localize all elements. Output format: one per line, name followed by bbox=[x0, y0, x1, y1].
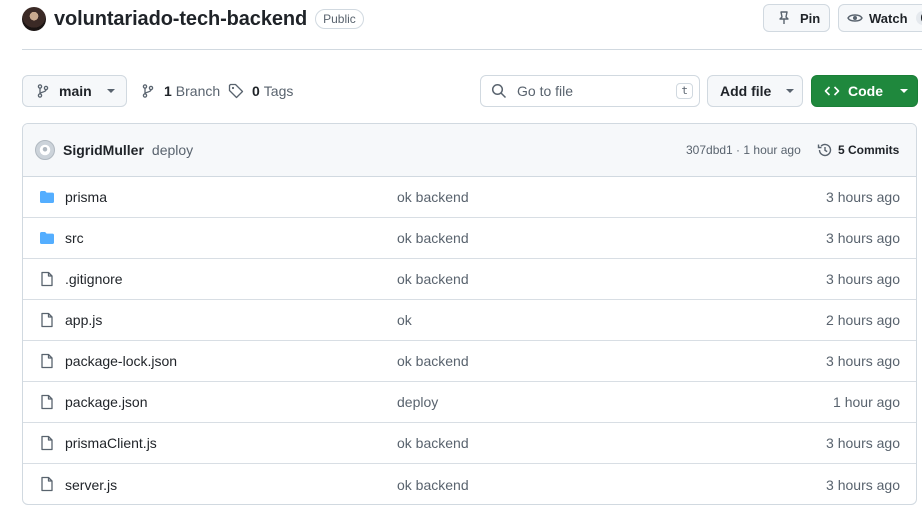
file-row[interactable]: package-lock.json ok backend 3 hours ago bbox=[23, 341, 916, 382]
file-listing: SigridMuller deploy 307dbd1 · 1 hour ago… bbox=[22, 123, 917, 505]
tags-link[interactable]: 0 Tags bbox=[228, 75, 293, 107]
repo-header: voluntariado-tech-backend Public bbox=[22, 5, 364, 33]
branch-count-label: Branch bbox=[175, 83, 221, 99]
commit-author-avatar[interactable] bbox=[35, 140, 55, 160]
pin-icon bbox=[776, 10, 792, 26]
file-commit-message[interactable]: ok backend bbox=[397, 435, 469, 451]
file-icon bbox=[39, 435, 55, 451]
file-age: 3 hours ago bbox=[826, 353, 900, 369]
file-age: 1 hour ago bbox=[833, 394, 900, 410]
file-age: 3 hours ago bbox=[826, 189, 900, 205]
folder-icon bbox=[39, 189, 55, 205]
file-name[interactable]: app.js bbox=[65, 312, 102, 328]
history-icon bbox=[817, 142, 833, 158]
branch-count: 1 bbox=[164, 83, 172, 99]
commit-author[interactable]: SigridMuller bbox=[63, 142, 144, 158]
chevron-down-icon bbox=[899, 88, 909, 94]
pin-button[interactable]: Pin bbox=[763, 4, 830, 32]
search-placeholder: Go to file bbox=[517, 83, 574, 99]
file-age: 3 hours ago bbox=[826, 435, 900, 451]
visibility-badge: Public bbox=[315, 9, 364, 29]
folder-icon bbox=[39, 230, 55, 246]
file-commit-message[interactable]: ok backend bbox=[397, 230, 469, 246]
owner-avatar[interactable] bbox=[22, 7, 46, 31]
branch-selector[interactable]: main bbox=[22, 75, 127, 107]
file-commit-message[interactable]: ok backend bbox=[397, 353, 469, 369]
commits-count: 5 Commits bbox=[838, 143, 900, 157]
file-name[interactable]: server.js bbox=[65, 477, 117, 493]
header-divider bbox=[22, 49, 922, 50]
file-row[interactable]: src ok backend 3 hours ago bbox=[23, 218, 916, 259]
code-icon bbox=[824, 83, 840, 99]
commit-meta[interactable]: 307dbd1 · 1 hour ago bbox=[686, 143, 801, 157]
pin-label: Pin bbox=[800, 10, 821, 26]
latest-commit-bar: SigridMuller deploy 307dbd1 · 1 hour ago… bbox=[23, 124, 916, 177]
code-button[interactable]: Code bbox=[811, 75, 918, 107]
file-icon bbox=[39, 353, 55, 369]
file-commit-message[interactable]: ok bbox=[397, 312, 412, 328]
file-icon bbox=[39, 312, 55, 328]
file-name[interactable]: prismaClient.js bbox=[65, 435, 157, 451]
file-commit-message[interactable]: deploy bbox=[397, 394, 438, 410]
file-commit-message[interactable]: ok backend bbox=[397, 271, 469, 287]
watch-count: 0 bbox=[915, 11, 922, 25]
watch-label: Watch bbox=[869, 10, 908, 26]
file-age: 2 hours ago bbox=[826, 312, 900, 328]
file-row[interactable]: prismaClient.js ok backend 3 hours ago bbox=[23, 423, 916, 464]
search-icon bbox=[491, 83, 507, 99]
file-row[interactable]: .gitignore ok backend 3 hours ago bbox=[23, 259, 916, 300]
file-row[interactable]: prisma ok backend 3 hours ago bbox=[23, 177, 916, 218]
tag-count: 0 bbox=[252, 83, 260, 99]
file-row[interactable]: app.js ok 2 hours ago bbox=[23, 300, 916, 341]
file-row[interactable]: package.json deploy 1 hour ago bbox=[23, 382, 916, 423]
eye-icon bbox=[847, 10, 863, 26]
repo-name[interactable]: voluntariado-tech-backend bbox=[54, 8, 307, 31]
chevron-down-icon bbox=[785, 88, 795, 94]
file-name[interactable]: .gitignore bbox=[65, 271, 123, 287]
branches-link[interactable]: 1 Branch bbox=[140, 75, 220, 107]
file-name[interactable]: src bbox=[65, 230, 84, 246]
code-label: Code bbox=[848, 83, 883, 99]
chevron-down-icon bbox=[106, 88, 116, 94]
file-commit-message[interactable]: ok backend bbox=[397, 477, 469, 493]
commit-message[interactable]: deploy bbox=[152, 142, 193, 158]
add-file-button[interactable]: Add file bbox=[707, 75, 803, 107]
file-age: 3 hours ago bbox=[826, 271, 900, 287]
file-icon bbox=[39, 394, 55, 410]
tag-count-label: Tags bbox=[263, 83, 294, 99]
watch-button[interactable]: Watch 0 bbox=[838, 4, 922, 32]
branch-icon bbox=[35, 83, 51, 99]
file-icon bbox=[39, 271, 55, 287]
file-row[interactable]: server.js ok backend 3 hours ago bbox=[23, 464, 916, 504]
file-age: 3 hours ago bbox=[826, 476, 900, 493]
tag-icon bbox=[228, 83, 244, 99]
file-icon bbox=[39, 476, 55, 492]
branch-icon bbox=[140, 83, 156, 99]
search-shortcut: t bbox=[676, 83, 693, 99]
branch-name: main bbox=[59, 83, 92, 99]
commits-link[interactable]: 5 Commits bbox=[817, 142, 899, 158]
file-name[interactable]: package-lock.json bbox=[65, 353, 177, 369]
file-age: 3 hours ago bbox=[826, 230, 900, 246]
file-name[interactable]: prisma bbox=[65, 189, 107, 205]
file-commit-message[interactable]: ok backend bbox=[397, 189, 469, 205]
file-name[interactable]: package.json bbox=[65, 394, 148, 410]
add-file-label: Add file bbox=[720, 83, 772, 99]
go-to-file-input[interactable]: Go to file t bbox=[480, 75, 700, 107]
